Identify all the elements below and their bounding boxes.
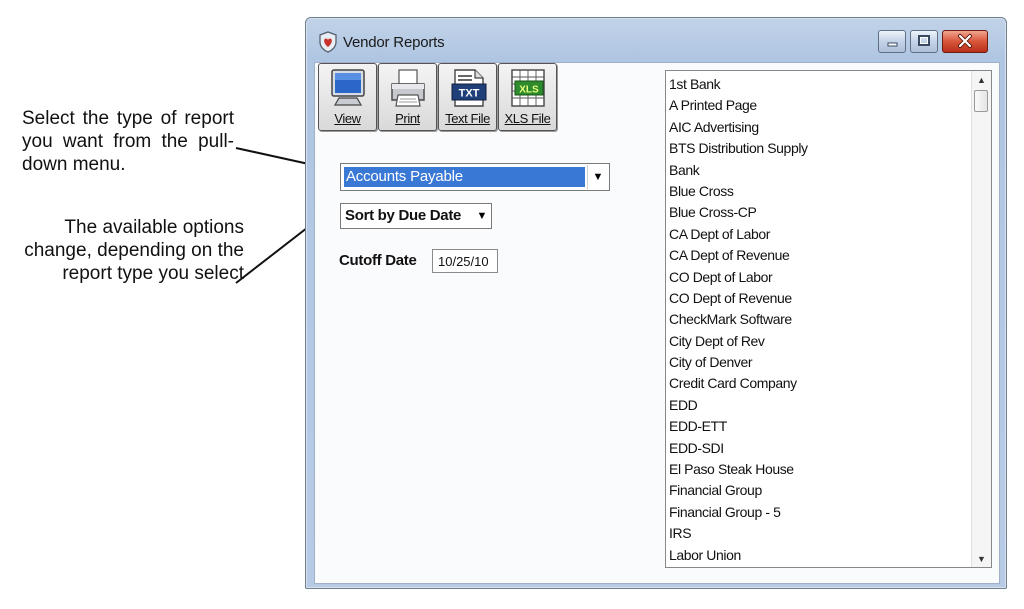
vendor-list-item[interactable]: Financial Group - 5: [669, 502, 969, 523]
sort-option-dropdown[interactable]: Sort by Due Date ▼: [340, 203, 492, 229]
vendor-list-scrollbar[interactable]: ▲ ▼: [971, 71, 991, 567]
print-button[interactable]: Print: [378, 63, 437, 131]
printer-icon: [390, 69, 425, 107]
window-client-area: View Print TXT Text File XLS XLS File Ac…: [314, 62, 1000, 584]
cutoff-date-label: Cutoff Date: [339, 252, 417, 269]
chevron-down-icon: ▼: [592, 171, 604, 183]
scroll-up-arrow[interactable]: ▲: [972, 71, 991, 88]
vendor-list-item[interactable]: BTS Distribution Supply: [669, 138, 969, 159]
monitor-icon: [330, 69, 365, 106]
view-label: View: [334, 111, 361, 126]
text-file-label: Text File: [445, 111, 490, 126]
shield-heart-icon: [319, 31, 337, 53]
vendor-list[interactable]: 1st Bank A Printed Page AIC Advertising BTS…: [665, 70, 992, 568]
sort-option-dropdown-arrow[interactable]: ▼: [474, 205, 490, 227]
sort-option-value: Sort by Due Date: [345, 207, 462, 224]
vendor-list-items: 1st Bank A Printed Page AIC Advertising BTS…: [669, 74, 969, 566]
report-type-value: Accounts Payable: [344, 167, 585, 187]
vendor-list-item[interactable]: City of Denver: [669, 352, 969, 373]
spreadsheet-icon: XLS: [510, 69, 545, 107]
report-type-dropdown-arrow[interactable]: ▼: [587, 165, 608, 189]
xls-file-label: XLS File: [504, 111, 551, 126]
xls-badge: XLS: [519, 85, 539, 96]
vendor-list-item[interactable]: Financial Group: [669, 480, 969, 501]
vendor-list-item[interactable]: Blue Cross: [669, 181, 969, 202]
minimize-button[interactable]: [878, 30, 906, 53]
minimize-icon: [887, 42, 898, 47]
vendor-list-item[interactable]: A Printed Page: [669, 95, 969, 116]
vendor-list-item[interactable]: AIC Advertising: [669, 117, 969, 138]
print-label: Print: [395, 111, 420, 126]
maximize-icon: [918, 35, 930, 46]
view-button[interactable]: View: [318, 63, 377, 131]
close-icon: [958, 34, 972, 48]
vendor-list-item[interactable]: CA Dept of Revenue: [669, 245, 969, 266]
vendor-list-item[interactable]: CheckMark Software: [669, 309, 969, 330]
callout-options: The available options change, depending …: [24, 217, 244, 284]
scroll-thumb[interactable]: [974, 90, 988, 112]
cutoff-date-input[interactable]: [432, 249, 498, 273]
report-type-dropdown[interactable]: Accounts Payable ▼: [340, 163, 610, 191]
maximize-button[interactable]: [910, 30, 938, 53]
vendor-list-item[interactable]: El Paso Steak House: [669, 459, 969, 480]
vendor-list-item[interactable]: Labor Union: [669, 545, 969, 566]
vendor-reports-window: Vendor Reports View Print TXT Text File …: [305, 17, 1007, 589]
triangle-up-icon: ▲: [977, 74, 986, 85]
txt-badge: TXT: [458, 88, 479, 100]
text-file-icon: TXT: [451, 69, 486, 107]
window-title: Vendor Reports: [343, 34, 445, 51]
vendor-list-item[interactable]: EDD: [669, 395, 969, 416]
text-file-button[interactable]: TXT Text File: [438, 63, 497, 131]
scroll-down-arrow[interactable]: ▼: [972, 550, 991, 567]
vendor-list-item[interactable]: IRS: [669, 523, 969, 544]
vendor-list-item[interactable]: CO Dept of Revenue: [669, 288, 969, 309]
vendor-list-item[interactable]: CA Dept of Labor: [669, 224, 969, 245]
chevron-down-icon: ▼: [476, 210, 488, 222]
vendor-list-item[interactable]: 1st Bank: [669, 74, 969, 95]
triangle-down-icon: ▼: [977, 553, 986, 564]
vendor-list-item[interactable]: Credit Card Company: [669, 373, 969, 394]
callout-report-type: Select the type of report you want from …: [22, 108, 234, 175]
close-button[interactable]: [942, 30, 988, 53]
vendor-list-item[interactable]: City Dept of Rev: [669, 331, 969, 352]
vendor-list-item[interactable]: CO Dept of Labor: [669, 267, 969, 288]
vendor-list-item[interactable]: Bank: [669, 160, 969, 181]
vendor-list-item[interactable]: EDD-SDI: [669, 438, 969, 459]
xls-file-button[interactable]: XLS XLS File: [498, 63, 557, 131]
vendor-list-item[interactable]: EDD-ETT: [669, 416, 969, 437]
vendor-list-item[interactable]: Blue Cross-CP: [669, 202, 969, 223]
